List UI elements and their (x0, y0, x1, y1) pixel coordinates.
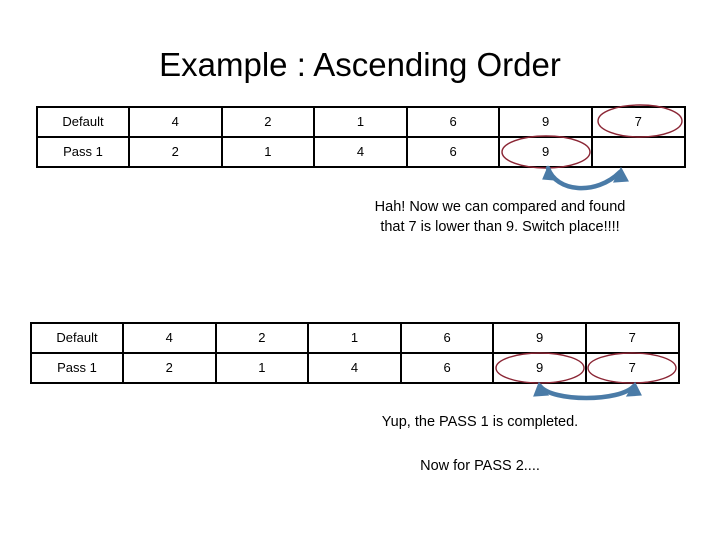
cell-default-0: 4 (128, 106, 223, 138)
cell-pass1-5-empty (590, 136, 686, 168)
cell-text: 1 (356, 114, 365, 129)
cell-text: 9 (542, 144, 550, 159)
table-row: Default 4 2 1 6 9 7 (36, 106, 686, 138)
cell-text: 6 (449, 114, 457, 129)
slide-canvas: Example : Ascending Order Default 4 2 1 … (0, 0, 720, 540)
cell-default-5: 7 (584, 322, 680, 354)
cell-text: 9 (536, 360, 544, 375)
table-row: Pass 1 2 1 4 6 9 7 (30, 352, 680, 384)
cell-text: 1 (258, 360, 266, 375)
cell-default-3: 6 (399, 322, 495, 354)
cell-text: 2 (165, 360, 173, 375)
cell-default-3: 6 (405, 106, 501, 138)
swap-arrow-table2 (533, 381, 642, 401)
cell-pass1-1: 1 (220, 136, 316, 168)
cell-default-5-highlighted: 7 (590, 106, 686, 138)
cell-text: 9 (542, 114, 550, 129)
table-row: Pass 1 2 1 4 6 9 (36, 136, 686, 168)
cell-text: 7 (628, 330, 636, 345)
cell-pass1-4-highlighted: 9 (492, 352, 587, 384)
row-label-default: Default (30, 322, 124, 354)
caption-comparison: Hah! Now we can compared and found that … (300, 197, 700, 237)
cell-text: 1 (264, 144, 272, 159)
caption-line-1: Hah! Now we can compared and found (374, 199, 626, 215)
cell-default-0: 4 (122, 322, 217, 354)
cell-default-2: 1 (313, 106, 408, 138)
caption-line-2: that 7 is lower than 9. Switch place!!!! (380, 219, 620, 235)
cell-text: 2 (258, 330, 266, 345)
arrowhead-right (625, 381, 642, 397)
cell-text: 7 (628, 360, 636, 375)
row-label-default: Default (36, 106, 130, 138)
cell-default-4: 9 (498, 106, 593, 138)
caption-next-pass: Now for PASS 2.... (420, 458, 540, 474)
cell-pass1-1: 1 (214, 352, 310, 384)
cell-text: 4 (165, 330, 173, 345)
cell-pass1-5-highlighted: 7 (584, 352, 680, 384)
cell-default-4: 9 (492, 322, 587, 354)
row-label-pass1: Pass 1 (36, 136, 130, 168)
cell-default-1: 2 (214, 322, 310, 354)
cell-pass1-0: 2 (128, 136, 223, 168)
cell-pass1-2: 4 (307, 352, 402, 384)
cell-text: Pass 1 (63, 144, 103, 159)
cell-pass1-3: 6 (399, 352, 495, 384)
cell-text: Pass 1 (57, 360, 97, 375)
caption-pass-complete: Yup, the PASS 1 is completed. (381, 414, 579, 430)
cell-text: 6 (449, 144, 457, 159)
row-label-pass1: Pass 1 (30, 352, 124, 384)
cell-pass1-2: 4 (313, 136, 408, 168)
arrowhead-left (542, 165, 558, 181)
cell-pass1-4-highlighted: 9 (498, 136, 593, 168)
sort-table-pass1-after: Default 4 2 1 6 9 7 Pass 1 2 1 4 6 9 7 (30, 322, 680, 384)
table-row: Default 4 2 1 6 9 7 (30, 322, 680, 354)
cell-text: 6 (443, 330, 451, 345)
cell-text: Default (56, 330, 98, 345)
cell-text: 6 (443, 360, 451, 375)
cell-text: 4 (171, 114, 179, 129)
arrowhead-right (612, 166, 629, 183)
arrowhead-left (533, 381, 550, 397)
cell-text: 4 (356, 144, 365, 159)
cell-text: 2 (264, 114, 272, 129)
cell-default-2: 1 (307, 322, 402, 354)
cell-text: 9 (536, 330, 544, 345)
swap-arrow-table1 (542, 165, 629, 191)
page-title: Example : Ascending Order (159, 46, 561, 83)
cell-text: 7 (634, 114, 642, 129)
cell-default-1: 2 (220, 106, 316, 138)
cell-text: 2 (171, 144, 179, 159)
cell-pass1-3: 6 (405, 136, 501, 168)
cell-text: 4 (350, 360, 359, 375)
sort-table-pass1-before: Default 4 2 1 6 9 7 Pass 1 2 1 4 6 9 (36, 106, 686, 168)
cell-text: Default (62, 114, 104, 129)
cell-pass1-0: 2 (122, 352, 217, 384)
cell-text: 1 (350, 330, 359, 345)
